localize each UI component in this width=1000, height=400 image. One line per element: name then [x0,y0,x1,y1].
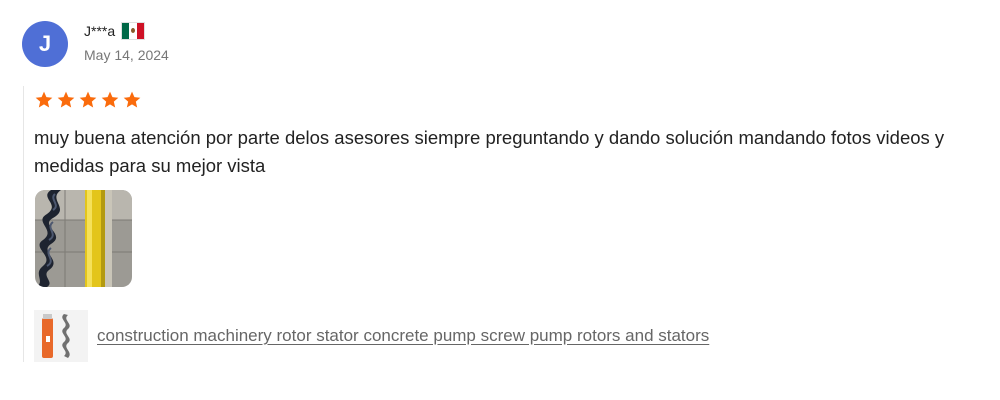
review-body: muy buena atención por parte delos aseso… [23,86,984,362]
star-icon [123,91,141,108]
mexico-flag-icon [121,22,146,40]
product-link[interactable]: construction machinery rotor stator conc… [97,326,709,346]
review-date: May 14, 2024 [84,47,169,63]
review-card: J J***a May 14, 2024 muy buena atención … [0,0,1000,400]
review-photo[interactable] [35,190,132,287]
avatar: J [22,21,68,67]
review-text: muy buena atención por parte delos aseso… [34,127,945,176]
reviewer-name: J***a [84,23,116,39]
review-photo-image [35,190,132,287]
star-icon [35,91,53,108]
product-thumbnail[interactable] [34,310,88,362]
star-rating [34,90,142,110]
reviewer-header: J***a [84,22,146,40]
star-icon [79,91,97,108]
product-row: construction machinery rotor stator conc… [34,310,709,362]
star-icon [57,91,75,108]
product-thumbnail-image [34,310,88,362]
star-icon [101,91,119,108]
